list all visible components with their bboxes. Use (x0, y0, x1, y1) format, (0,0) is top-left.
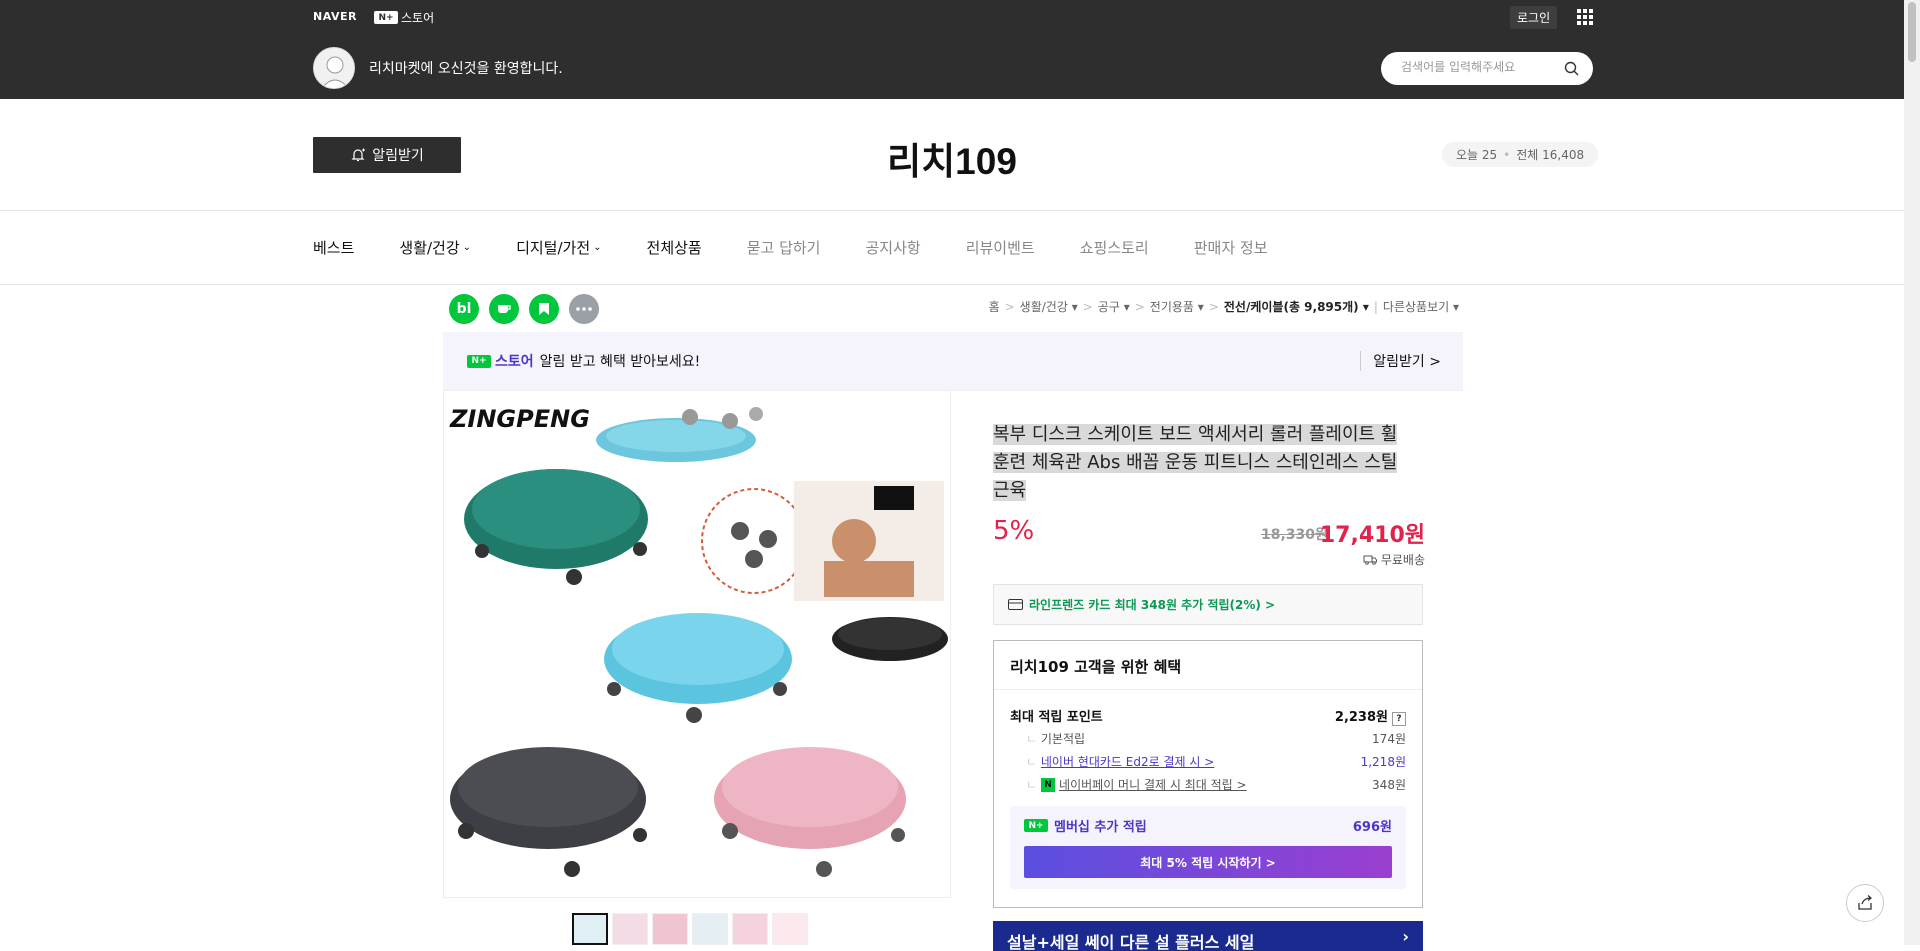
breadcrumb-c2[interactable]: 공구 ▾ (1098, 298, 1130, 315)
share-icon (1858, 895, 1873, 910)
welcome-message: 리치마켓에 오신것을 환영합니다. (369, 61, 563, 77)
naver-pay-icon: N (1041, 777, 1056, 792)
thumbnail-strip (572, 913, 808, 945)
breadcrumb-other[interactable]: 다른상품보기 ▾ (1383, 298, 1459, 315)
truck-icon (1363, 555, 1377, 565)
thumbnail[interactable] (652, 913, 688, 945)
pay-points-row[interactable]: ㄴ N 네이버페이 머니 결제 시 최대 적립 > 348원 (1010, 776, 1406, 793)
credit-card-icon (1008, 599, 1023, 610)
product-title: 복부 디스크 스케이트 보드 액세서리 롤러 플레이트 휠 훈련 체육관 Abs… (993, 424, 1398, 501)
original-price: 18,330원 (1261, 527, 1328, 543)
nav-item-all-products[interactable]: 전체상품 (647, 237, 702, 258)
banner-alarm-link[interactable]: 알림받기 > (1360, 351, 1441, 371)
membership-value: 696원 (1352, 820, 1392, 835)
search-box (1381, 52, 1593, 85)
breadcrumb-c1[interactable]: 생활/건강 ▾ (1020, 298, 1078, 315)
nav-item-shopping-story[interactable]: 쇼핑스토리 (1080, 237, 1149, 258)
max-points-row: 최대 적립 포인트 2,238원? (1010, 706, 1406, 726)
card-points-row[interactable]: ㄴ 네이버 현대카드 Ed2로 결제 시 > 1,218원 (1010, 753, 1406, 770)
page-scrollbar[interactable] (1904, 0, 1920, 945)
benefit-box: 리치109 고객을 위한 혜택 최대 적립 포인트 2,238원? ㄴ 기본적립… (993, 640, 1423, 908)
nav-item-life-health[interactable]: 생활/건강 ⌄ (399, 237, 471, 258)
scrollbar-thumb[interactable] (1908, 2, 1916, 62)
promo-banner[interactable]: 설날+세일 쎄이 다른 설 플러스 세일 › (993, 921, 1423, 951)
thumbnail[interactable] (612, 913, 648, 945)
store-avatar (313, 47, 355, 89)
discount-rate: 5% (993, 516, 1035, 546)
search-icon[interactable] (1564, 61, 1579, 80)
chevron-right-icon: › (1402, 927, 1409, 946)
nav-item-seller-info[interactable]: 판매자 정보 (1194, 237, 1268, 258)
product-info: 복부 디스크 스케이트 보드 액세서리 롤러 플레이트 휠 훈련 체육관 Abs… (951, 390, 1463, 951)
keep-icon[interactable] (529, 294, 559, 324)
naver-plus-store-link[interactable]: N+ 스토어 (374, 9, 434, 26)
visits-total: 전체 16,408 (1516, 148, 1585, 162)
login-button[interactable]: 로그인 (1510, 6, 1558, 29)
product-main-image[interactable]: ZINGPENG (443, 390, 951, 898)
membership-label: N+ 멤버십 추가 적립 (1024, 816, 1147, 835)
help-icon[interactable]: ? (1392, 712, 1406, 726)
naver-plus-store-logo: N+ 스토어 (467, 351, 534, 371)
naver-logo[interactable]: NAVER (313, 10, 357, 23)
blog-icon[interactable]: bl (449, 294, 479, 324)
apps-grid-icon[interactable] (1577, 9, 1593, 25)
search-input[interactable] (1401, 60, 1561, 74)
notification-banner: N+ 스토어 알림 받고 혜택 받아보세요! 알림받기 > (443, 332, 1463, 390)
breadcrumb-home[interactable]: 홈 (989, 298, 1000, 315)
membership-box: N+ 멤버십 추가 적립 696원 최대 5% 적립 시작하기 > (1010, 806, 1406, 889)
banner-message: 알림 받고 혜택 받아보세요! (539, 354, 701, 370)
chevron-down-icon: ⌄ (593, 242, 602, 253)
thumbnail[interactable] (772, 913, 808, 945)
nav-item-qna[interactable]: 묻고 답하기 (747, 237, 821, 258)
store-label: 스토어 (401, 11, 435, 25)
basic-points-row: ㄴ 기본적립 174원 (1026, 732, 1406, 746)
card-offer[interactable]: 라인프렌즈 카드 최대 348원 추가 적립(2%) > (993, 584, 1423, 625)
more-icon[interactable] (569, 294, 599, 324)
brand-logo: ZINGPENG (449, 405, 590, 433)
benefit-heading: 리치109 고객을 위한 혜택 (1010, 658, 1182, 676)
thumbnail[interactable] (692, 913, 728, 945)
thumbnail[interactable] (732, 913, 768, 945)
visit-counter: 오늘 25 • 전체 16,408 (1442, 142, 1599, 167)
quick-icons: bl (449, 294, 599, 324)
nav-item-review-event[interactable]: 리뷰이벤트 (966, 237, 1035, 258)
nav-item-digital[interactable]: 디지털/가전 ⌄ (516, 237, 601, 258)
talk-icon[interactable] (489, 294, 519, 324)
store-title[interactable]: 리치109 (0, 131, 1904, 185)
shipping-info: 무료배송 (1363, 551, 1425, 568)
breadcrumb: 홈 > 생활/건강 ▾ > 공구 ▾ > 전기용품 ▾ > 전선/케이블(총 9,895… (988, 298, 1459, 315)
naver-plus-badge: N+ (374, 11, 398, 24)
nav-item-notice[interactable]: 공지사항 (866, 237, 921, 258)
top-navigation-bar: NAVER N+ 스토어 로그인 리치마켓에 오신것을 환영합니다. (0, 0, 1904, 99)
nav-item-best[interactable]: 베스트 (313, 237, 354, 258)
thumbnail[interactable] (572, 913, 608, 945)
chevron-down-icon: ⌄ (462, 242, 472, 253)
breadcrumb-c3[interactable]: 전기용품 ▾ (1150, 298, 1204, 315)
breadcrumb-current[interactable]: 전선/케이블(총 9,895개) ▾ (1224, 298, 1369, 315)
share-button[interactable] (1846, 884, 1884, 922)
store-header: 알림받기 리치109 오늘 25 • 전체 16,408 (0, 99, 1904, 211)
sale-price: 17,410원 (1319, 523, 1425, 548)
category-nav: 베스트 생활/건강 ⌄ 디지털/가전 ⌄ 전체상품 묻고 답하기 공지사항 리뷰이벤… (0, 212, 1904, 285)
membership-start-button[interactable]: 최대 5% 적립 시작하기 > (1024, 846, 1392, 878)
visits-today: 오늘 25 (1456, 148, 1498, 162)
